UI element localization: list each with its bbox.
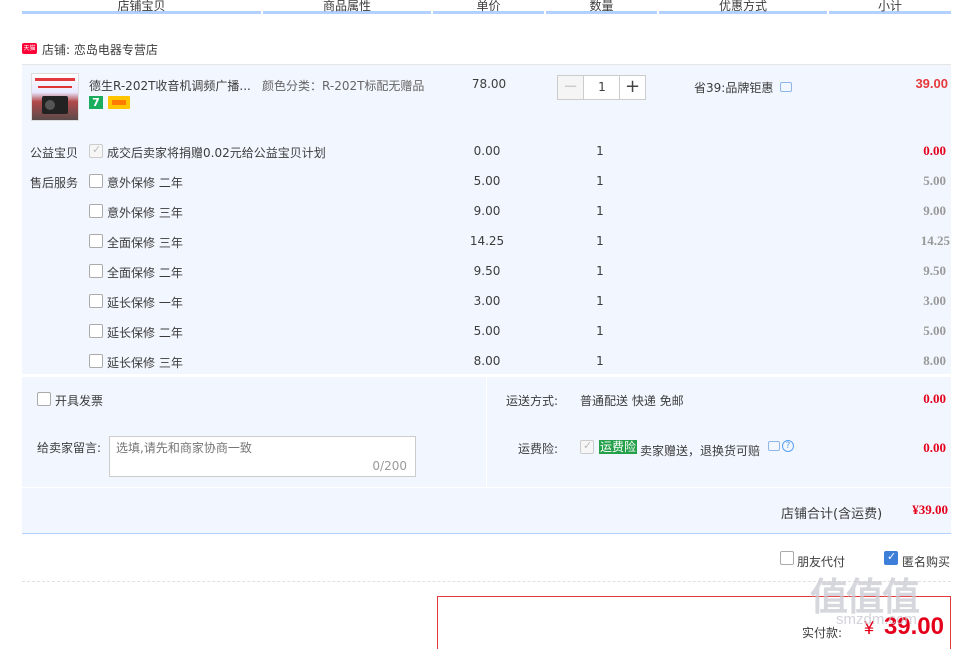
attribute-label: 颜色分类： bbox=[262, 79, 323, 93]
insurance-text: 卖家赠送，退换货可赔 bbox=[640, 444, 761, 458]
service-name: 延长保修 三年 bbox=[107, 356, 183, 370]
charity-price: 0.00 bbox=[473, 144, 501, 158]
help-icon[interactable]: ? bbox=[782, 440, 794, 452]
service-checkbox[interactable] bbox=[89, 324, 103, 338]
product-thumbnail[interactable] bbox=[31, 73, 79, 121]
service-price: 5.00 bbox=[473, 324, 501, 338]
service-checkbox[interactable] bbox=[89, 264, 103, 278]
friend-pay-checkbox[interactable] bbox=[780, 551, 794, 565]
quantity-stepper: − 1 + bbox=[557, 75, 646, 100]
store-name-link[interactable]: 店铺: 恋岛电器专营店 bbox=[42, 41, 158, 58]
message-char-count: 0/200 bbox=[372, 459, 407, 473]
service-qty: 1 bbox=[596, 354, 604, 368]
attribute-value: R-202T标配无赠品 bbox=[322, 79, 425, 93]
shipping-fee: 0.00 bbox=[923, 391, 946, 406]
header-col-item: 店铺宝贝 bbox=[22, 0, 261, 14]
service-checkbox[interactable] bbox=[89, 354, 103, 368]
service-name: 意外保修 二年 bbox=[107, 176, 183, 190]
header-col-price: 单价 bbox=[433, 0, 544, 14]
invoice-checkbox[interactable] bbox=[37, 392, 51, 406]
promo-info-icon[interactable] bbox=[780, 82, 792, 92]
service-name: 延长保修 一年 bbox=[107, 296, 183, 310]
service-price: 9.00 bbox=[473, 204, 501, 218]
charity-label: 公益宝贝 bbox=[30, 146, 79, 160]
service-name: 全面保修 二年 bbox=[107, 266, 183, 280]
message-input[interactable] bbox=[116, 441, 406, 455]
insurance-label: 运费险: bbox=[518, 442, 559, 456]
panel-divider bbox=[486, 377, 487, 487]
watermark-text: smzdm.com bbox=[836, 611, 917, 628]
product-title-link[interactable]: 德生R-202T收音机调频广播... bbox=[89, 77, 255, 94]
shipping-method[interactable]: 普通配送 快递 免邮 bbox=[580, 392, 684, 409]
service-subtotal: 3.00 bbox=[923, 293, 946, 308]
promo-text: 省39:品牌钜惠 bbox=[694, 81, 774, 95]
service-qty: 1 bbox=[596, 324, 604, 338]
service-checkbox[interactable] bbox=[89, 204, 103, 218]
service-checkbox[interactable] bbox=[89, 294, 103, 308]
service-subtotal: 14.25 bbox=[920, 233, 950, 248]
panel-divider bbox=[22, 487, 951, 488]
service-price: 14.25 bbox=[469, 234, 505, 248]
insurance-chat-icon[interactable] bbox=[768, 441, 780, 451]
charity-checkbox bbox=[89, 143, 103, 158]
credit-card-icon bbox=[108, 96, 130, 109]
service-subtotal: 8.00 bbox=[923, 353, 946, 368]
service-subtotal: 9.00 bbox=[923, 203, 946, 218]
product-attribute: 颜色分类：R-202T标配无赠品 bbox=[262, 77, 424, 94]
service-qty: 1 bbox=[596, 204, 604, 218]
radio-product-image bbox=[42, 96, 68, 114]
message-box[interactable]: 0/200 bbox=[109, 436, 416, 477]
service-price: 5.00 bbox=[473, 174, 501, 188]
shipping-label: 运送方式: bbox=[506, 394, 559, 408]
item-subtotal: 39.00 bbox=[915, 76, 948, 91]
thumbnail-banner bbox=[35, 78, 75, 81]
quantity-input[interactable]: 1 bbox=[585, 76, 619, 99]
charity-subtotal: 0.00 bbox=[923, 143, 946, 158]
header-col-qty: 数量 bbox=[546, 0, 657, 14]
seven-day-return-icon: 7 bbox=[89, 96, 103, 109]
item-unit-price: 78.00 bbox=[471, 77, 507, 91]
service-name: 意外保修 三年 bbox=[107, 206, 183, 220]
quantity-decrease-button[interactable]: − bbox=[558, 76, 584, 99]
service-subtotal: 5.00 bbox=[923, 173, 946, 188]
store-total-value: ¥39.00 bbox=[912, 502, 948, 517]
service-qty: 1 bbox=[596, 234, 604, 248]
service-qty: 1 bbox=[596, 264, 604, 278]
charity-text: 成交后卖家将捐赠0.02元给公益宝贝计划 bbox=[107, 146, 326, 160]
thumbnail-caption bbox=[38, 86, 72, 88]
quantity-increase-button[interactable]: + bbox=[619, 76, 645, 99]
service-subtotal: 5.00 bbox=[923, 323, 946, 338]
service-subtotal: 9.50 bbox=[923, 263, 946, 278]
invoice-label: 开具发票 bbox=[55, 394, 104, 408]
service-price: 9.50 bbox=[473, 264, 501, 278]
service-checkbox[interactable] bbox=[89, 234, 103, 248]
header-col-attr: 商品属性 bbox=[263, 0, 431, 14]
insurance-checkbox bbox=[580, 439, 594, 454]
anonymous-checkbox[interactable] bbox=[884, 550, 898, 565]
service-qty: 1 bbox=[596, 174, 604, 188]
item-top-border bbox=[22, 64, 951, 65]
service-checkbox[interactable] bbox=[89, 174, 103, 188]
service-qty: 1 bbox=[596, 294, 604, 308]
store-total-label: 店铺合计(含运费) bbox=[781, 507, 883, 522]
insurance-fee: 0.00 bbox=[923, 440, 946, 455]
service-name: 全面保修 三年 bbox=[107, 236, 183, 250]
services-label: 售后服务 bbox=[30, 176, 79, 190]
charity-qty: 1 bbox=[596, 144, 604, 158]
header-col-promo: 优惠方式 bbox=[659, 0, 827, 14]
service-name: 延长保修 二年 bbox=[107, 326, 183, 340]
header-col-subtotal: 小计 bbox=[829, 0, 951, 14]
service-price: 8.00 bbox=[473, 354, 501, 368]
insurance-tag: 运费险 bbox=[599, 440, 638, 454]
tmall-store-icon: 天猫 bbox=[22, 43, 37, 54]
service-price: 3.00 bbox=[473, 294, 501, 308]
message-label: 给卖家留言: bbox=[37, 441, 102, 455]
